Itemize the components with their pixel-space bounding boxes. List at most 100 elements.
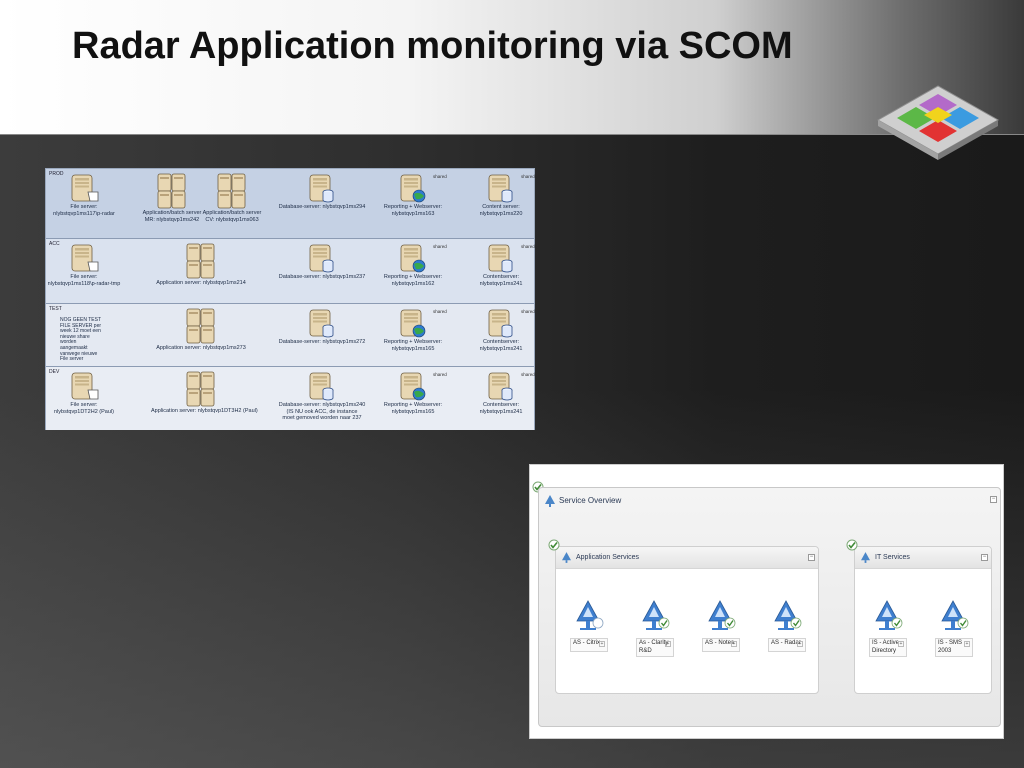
server-node-db: Contentserver: nlybstqvp1ms241 shared [451, 307, 551, 352]
color-tiles-logo-icon [876, 85, 1000, 160]
service-healthy-icon [640, 599, 674, 636]
shared-tag: shared [433, 244, 447, 249]
db-server-icon [451, 307, 551, 339]
expand-button[interactable]: + [964, 641, 970, 647]
environment-label: TEST [49, 306, 62, 312]
collapse-button[interactable]: − [808, 554, 815, 561]
server-caption: Reporting + Webserver: nlybstqvp1ms165 [383, 339, 443, 352]
slide-title: Radar Application monitoring via SCOM [72, 25, 793, 67]
service-healthy-icon [939, 599, 973, 636]
web-server-icon [363, 242, 463, 274]
server-node-db: Database-server: nlybstqvp1ms294 [272, 172, 372, 211]
server-node-app: Application server: nlybstqvp1DT3H2 (Pau… [151, 370, 258, 415]
service-healthy-icon [772, 599, 806, 636]
collapse-button[interactable]: − [981, 554, 988, 561]
server-caption: Application server: nlybstqvp1ms214 [156, 280, 246, 286]
app-server-icon [151, 370, 251, 408]
service-unknown-icon [574, 599, 608, 636]
server-node-app: Application server: nlybstqvp1ms214 [151, 242, 251, 287]
app-server-icon [182, 172, 282, 210]
service-label: IS - SMS 2003 + [935, 638, 973, 657]
group-title: IT Services [875, 554, 910, 561]
service-label: As - Clarity R&D + [636, 638, 674, 657]
shared-tag: shared [521, 174, 535, 179]
environment-band-test: TEST NOG GEEN TEST FILE SERVER per week 1… [46, 304, 535, 367]
app-server-icon [151, 307, 251, 345]
service-item[interactable]: As - Clarity R&D + [636, 599, 674, 657]
server-caption: Application server: nlybstqvp1ms273 [156, 345, 246, 351]
db-server-icon [451, 242, 551, 274]
environment-band-acc: ACC File server: nlybstqvp1ms118\p-radar… [46, 239, 535, 304]
status-ok-icon [548, 539, 560, 551]
collapse-button[interactable]: − [990, 496, 997, 503]
server-node-web: Reporting + Webserver: nlybstqvp1ms165 sh… [363, 307, 463, 352]
file-server-icon [34, 370, 134, 402]
expand-button[interactable]: + [797, 641, 803, 647]
server-caption: Contentserver: nlybstqvp1ms241 [479, 402, 523, 415]
shared-tag: shared [521, 244, 535, 249]
file-server-icon [34, 242, 134, 274]
server-caption: File server: nlybstqvp1ms118\p-radar-tmp [47, 274, 121, 287]
service-label: IS - Active Directory + [869, 638, 907, 657]
service-tree-icon [861, 552, 870, 563]
service-label-text: AS - Notes [705, 640, 735, 646]
expand-button[interactable]: + [898, 641, 904, 647]
service-overview-container: Service Overview − Application Services … [538, 487, 1001, 727]
server-caption: Application server: nlybstqvp1DT3H2 (Pau… [151, 408, 258, 414]
server-node-web: Reporting + Webserver: nlybstqvp1ms165 sh… [363, 370, 463, 415]
app-server-icon [151, 242, 251, 280]
server-node-db: Database-server: nlybstqvp1ms237 [272, 242, 372, 281]
service-label-text: As - Clarity R&D [639, 640, 669, 654]
group-title: Application Services [576, 554, 640, 561]
db-server-icon [272, 172, 372, 204]
server-node-db: Database-server: nlybstqvp1ms272 [272, 307, 372, 346]
db-server-icon [451, 370, 551, 402]
expand-button[interactable]: + [665, 641, 671, 647]
service-label-text: IS - SMS 2003 [938, 640, 963, 654]
service-item[interactable]: AS - Citrix + [570, 599, 608, 652]
service-label: AS - Citrix + [570, 638, 608, 652]
shared-tag: shared [521, 372, 535, 377]
service-item[interactable]: IS - SMS 2003 + [935, 599, 973, 657]
server-caption: Contentserver: nlybstqvp1ms241 [479, 274, 523, 287]
server-caption: Contentserver: nlybstqvp1ms241 [479, 339, 523, 352]
group-it-services: IT Services − IS - Active Directory + IS … [854, 546, 992, 694]
service-tree-icon [562, 552, 571, 563]
db-server-icon [272, 370, 372, 402]
shared-tag: shared [433, 174, 447, 179]
shared-tag: shared [521, 309, 535, 314]
infrastructure-diagram: PROD File server: nlybstqvp1ms117\p-rada… [45, 168, 535, 430]
server-caption: Database-server: nlybstqvp1ms294 [278, 204, 366, 210]
expand-button[interactable]: + [731, 641, 737, 647]
expand-button[interactable]: + [599, 641, 605, 647]
web-server-icon [363, 307, 463, 339]
service-item[interactable]: IS - Active Directory + [869, 599, 907, 657]
service-tree-icon [545, 495, 555, 507]
server-node-db: Contentserver: nlybstqvp1ms241 shared [451, 370, 551, 415]
server-caption: File server: nlybstqvp1ms117\p-radar [53, 204, 115, 217]
server-node-web: Reporting + Webserver: nlybstqvp1ms163 sh… [363, 172, 463, 217]
db-server-icon [272, 242, 372, 274]
service-item[interactable]: AS - Radar + [768, 599, 806, 652]
service-overview-title: Service Overview [559, 496, 622, 505]
server-node-file: File server: nlybstqvp1ms117\p-radar [34, 172, 134, 217]
shared-tag: shared [433, 372, 447, 377]
service-item[interactable]: AS - Notes + [702, 599, 740, 652]
server-caption: Database-server: nlybstqvp1ms237 [278, 274, 366, 280]
environment-band-prod: PROD File server: nlybstqvp1ms117\p-rada… [46, 169, 535, 239]
server-node-db: Content server: nlybstqvp1ms220 shared [451, 172, 551, 217]
service-overview-panel: Service Overview − Application Services … [529, 464, 1004, 739]
server-caption: Database-server: nlybstqvp1ms272 [278, 339, 366, 345]
web-server-icon [363, 172, 463, 204]
shared-tag: shared [433, 309, 447, 314]
service-healthy-icon [873, 599, 907, 636]
server-node-db: Database-server: nlybstqvp1ms240 (IS NU … [272, 370, 372, 422]
status-ok-icon [846, 539, 858, 551]
service-label-text: IS - Active Directory [872, 640, 900, 654]
server-node-file: File server: nlybstqvp1ms118\p-radar-tmp [34, 242, 134, 287]
server-caption: Reporting + Webserver: nlybstqvp1ms163 [383, 204, 443, 217]
server-caption: File server: nlybstqvp1DT2H2 (Paul) [54, 402, 114, 415]
server-caption: Database-server: nlybstqvp1ms240 (IS NU … [278, 402, 366, 421]
service-label: AS - Radar + [768, 638, 806, 652]
server-node-web: Reporting + Webserver: nlybstqvp1ms162 sh… [363, 242, 463, 287]
